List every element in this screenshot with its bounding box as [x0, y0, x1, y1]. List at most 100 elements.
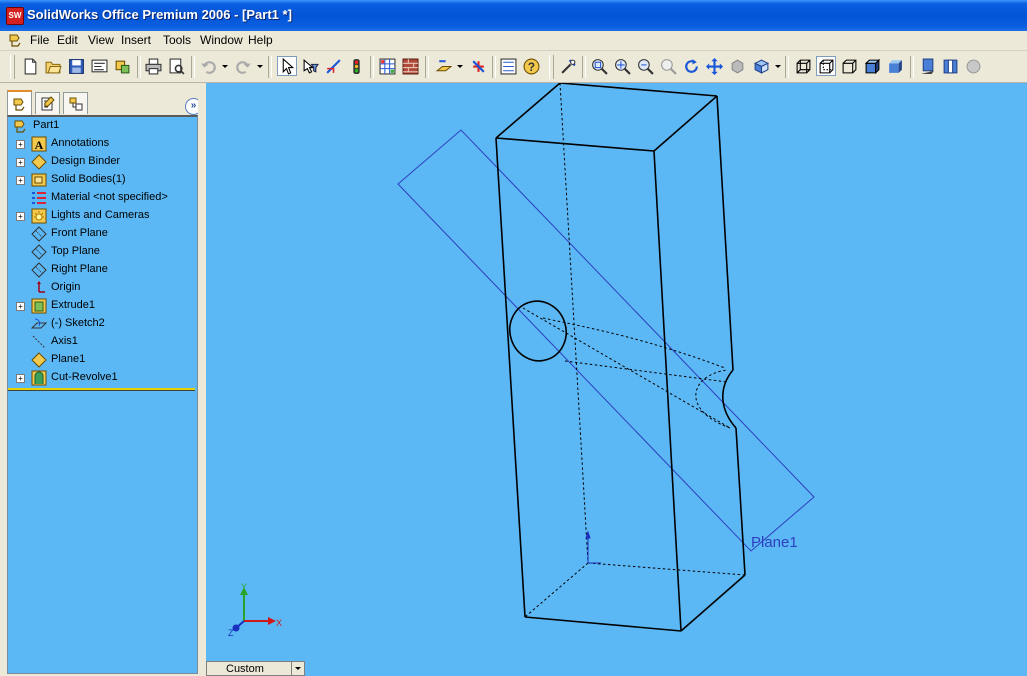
- document-menu-icon[interactable]: [8, 32, 24, 48]
- toolbar-separator: [425, 56, 429, 78]
- standard-toolbar: ?: [0, 51, 1027, 83]
- tree-item-label: Cut-Revolve1: [51, 371, 118, 383]
- tree-item-label: Axis1: [51, 335, 78, 347]
- plane-icon: [31, 262, 47, 278]
- view-orientation-icon[interactable]: [751, 56, 771, 76]
- chevron-down-icon[interactable]: [291, 662, 304, 675]
- expand-toggle[interactable]: +: [16, 158, 25, 167]
- shaded-with-edges-icon[interactable]: [862, 56, 882, 76]
- window-title: SolidWorks Office Premium 2006 - [Part1 …: [27, 7, 292, 22]
- pan-icon[interactable]: [704, 56, 724, 76]
- menu-file[interactable]: File: [30, 33, 49, 47]
- tree-item-solid-bodies[interactable]: + Solid Bodies(1): [8, 171, 195, 189]
- menu-tools[interactable]: Tools: [163, 33, 191, 47]
- tab-feature-manager[interactable]: [7, 90, 32, 116]
- toolbar-separator: [191, 56, 195, 78]
- tree-root-part[interactable]: Part1: [8, 117, 195, 135]
- redo-dropdown-icon[interactable]: [257, 65, 263, 68]
- menu-window[interactable]: Window: [200, 33, 243, 47]
- tab-property-manager[interactable]: [35, 92, 60, 114]
- make-assembly-icon[interactable]: [112, 56, 132, 76]
- menu-view[interactable]: View: [88, 33, 114, 47]
- reference-dropdown-icon[interactable]: [457, 65, 463, 68]
- section-view-icon[interactable]: [940, 56, 960, 76]
- wireframe-icon[interactable]: [793, 56, 813, 76]
- rotate-view-icon[interactable]: [681, 56, 701, 76]
- toolbar-grip[interactable]: [549, 55, 554, 79]
- tree-item-origin[interactable]: Origin: [8, 279, 195, 297]
- open-folder-icon[interactable]: [43, 56, 63, 76]
- tree-item-design-binder[interactable]: + Design Binder: [8, 153, 195, 171]
- shadows-icon[interactable]: [917, 56, 937, 76]
- help-question-icon[interactable]: ?: [521, 56, 541, 76]
- save-icon[interactable]: [66, 56, 86, 76]
- tree-item-axis1[interactable]: Axis1: [8, 333, 195, 351]
- extrude-icon: [31, 298, 47, 314]
- rebuild-sketch-icon[interactable]: [323, 56, 343, 76]
- tree-item-plane1[interactable]: Plane1: [8, 351, 195, 369]
- options-list-icon[interactable]: [498, 56, 518, 76]
- expand-toggle[interactable]: +: [16, 374, 25, 383]
- make-drawing-icon[interactable]: [89, 56, 109, 76]
- select-arrow-icon[interactable]: [277, 56, 297, 76]
- shaded-icon[interactable]: [885, 56, 905, 76]
- toolbar-grip[interactable]: [10, 55, 15, 79]
- triad-y-label: Y: [241, 583, 247, 592]
- graphics-viewport[interactable]: Plane1 Y X Z Custom: [206, 83, 1027, 676]
- what-is-wrong-icon[interactable]: [558, 56, 578, 76]
- realview-icon[interactable]: [963, 56, 983, 76]
- material-icon: [32, 192, 46, 204]
- menu-edit[interactable]: Edit: [57, 33, 78, 47]
- grid-options-icon[interactable]: [377, 56, 397, 76]
- print-icon[interactable]: [143, 56, 163, 76]
- expand-toggle[interactable]: +: [16, 212, 25, 221]
- feature-manager-panel: » Part1 + A Annotations + Design Binder …: [0, 83, 205, 676]
- instant-3d-icon[interactable]: [468, 56, 488, 76]
- select-filter-icon[interactable]: [300, 56, 320, 76]
- tree-item-label: Material <not specified>: [51, 191, 168, 203]
- hidden-lines-removed-icon[interactable]: [839, 56, 859, 76]
- hidden-lines-visible-icon[interactable]: [816, 56, 836, 76]
- expand-toggle[interactable]: +: [16, 302, 25, 311]
- tree-item-annotations[interactable]: + A Annotations: [8, 135, 195, 153]
- reference-geometry-icon[interactable]: [433, 56, 453, 76]
- tree-item-lights-cameras[interactable]: + Lights and Cameras: [8, 207, 195, 225]
- expand-toggle[interactable]: +: [16, 176, 25, 185]
- undo-icon[interactable]: [198, 56, 218, 76]
- plane-feature-icon: [31, 352, 47, 368]
- plane1-outline: [397, 129, 815, 552]
- tree-item-extrude1[interactable]: + Extrude1: [8, 297, 195, 315]
- tree-item-top-plane[interactable]: Top Plane: [8, 243, 195, 261]
- 3d-drawing-view-icon[interactable]: [727, 56, 747, 76]
- zoom-in-out-icon[interactable]: [635, 56, 655, 76]
- zoom-to-area-icon[interactable]: [612, 56, 632, 76]
- tree-item-sketch2[interactable]: (-) Sketch2: [8, 315, 195, 333]
- zoom-to-selection-icon[interactable]: [658, 56, 678, 76]
- toolbar-separator: [492, 56, 496, 78]
- tab-configuration-manager[interactable]: [63, 92, 88, 114]
- svg-text:A: A: [35, 138, 44, 152]
- toolbar-separator: [582, 56, 586, 78]
- view-orientation-dropdown-icon[interactable]: [775, 65, 781, 68]
- cut-revolve-icon: [31, 370, 47, 386]
- panel-splitter[interactable]: [198, 83, 205, 676]
- view-orientation-select[interactable]: Custom: [206, 661, 305, 676]
- expand-toggle[interactable]: +: [16, 140, 25, 149]
- solidworks-app-icon[interactable]: SW: [6, 7, 24, 25]
- lights-icon: [31, 208, 47, 224]
- tree-item-label: Annotations: [51, 137, 110, 149]
- tree-item-front-plane[interactable]: Front Plane: [8, 225, 195, 243]
- appearance-bricks-icon[interactable]: [400, 56, 420, 76]
- tree-item-right-plane[interactable]: Right Plane: [8, 261, 195, 279]
- menu-help[interactable]: Help: [248, 33, 273, 47]
- rollback-bar[interactable]: [8, 388, 195, 391]
- zoom-to-fit-icon[interactable]: [589, 56, 609, 76]
- tree-item-cut-revolve1[interactable]: + Cut-Revolve1: [8, 369, 195, 387]
- menu-insert[interactable]: Insert: [121, 33, 151, 47]
- new-document-icon[interactable]: [20, 56, 40, 76]
- print-preview-icon[interactable]: [166, 56, 186, 76]
- redo-icon[interactable]: [233, 56, 253, 76]
- rebuild-traffic-light-icon[interactable]: [346, 56, 366, 76]
- undo-dropdown-icon[interactable]: [222, 65, 228, 68]
- tree-item-material[interactable]: Material <not specified>: [8, 189, 195, 207]
